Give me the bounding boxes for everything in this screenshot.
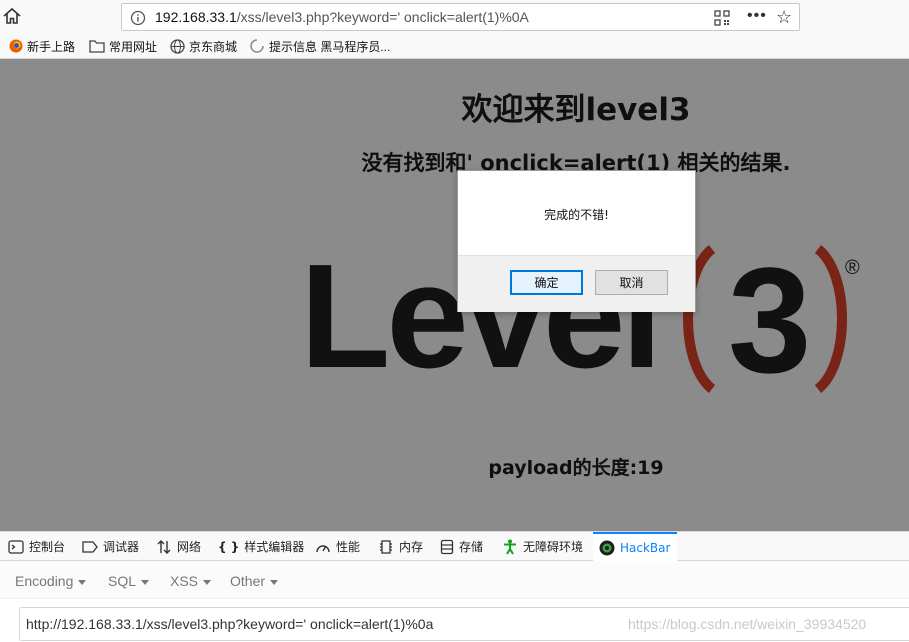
loading-icon bbox=[250, 39, 264, 53]
qr-code-icon[interactable] bbox=[714, 10, 730, 26]
menu-encoding[interactable]: Encoding bbox=[15, 573, 87, 589]
menu-other[interactable]: Other bbox=[230, 573, 279, 589]
bookmark-star-icon[interactable]: ☆ bbox=[776, 7, 792, 28]
caret-down-icon bbox=[141, 579, 150, 585]
page-actions-icon[interactable]: ••• bbox=[747, 7, 767, 25]
tab-label: 调试器 bbox=[103, 540, 140, 554]
menu-label: SQL bbox=[108, 573, 137, 589]
menu-label: XSS bbox=[170, 573, 199, 589]
bookmark-label: 新手上路 bbox=[27, 39, 76, 54]
devtools-tabbar: 控制台 调试器 网络 { } 样式编辑器 性能 内存 存储 无障碍环境 Hack… bbox=[0, 531, 909, 561]
menu-sql[interactable]: SQL bbox=[108, 573, 150, 589]
tab-performance[interactable]: 性能 bbox=[315, 532, 360, 561]
watermark-text: https://blog.csdn.net/weixin_39934520 bbox=[628, 616, 867, 632]
ok-button[interactable]: 确定 bbox=[510, 270, 583, 295]
bookmark-label: 常用网址 bbox=[109, 39, 158, 54]
accessibility-icon bbox=[504, 539, 516, 555]
debugger-icon bbox=[82, 540, 98, 553]
firefox-icon bbox=[9, 39, 23, 53]
tab-label: 控制台 bbox=[29, 540, 66, 554]
menu-xss[interactable]: XSS bbox=[170, 573, 212, 589]
caret-down-icon bbox=[270, 579, 279, 585]
style-editor-icon: { } bbox=[218, 539, 240, 554]
bookmark-label: 京东商城 bbox=[189, 39, 238, 54]
tab-memory[interactable]: 内存 bbox=[378, 532, 423, 561]
url-path: /xss/level3.php?keyword=' onclick=alert(… bbox=[236, 9, 529, 25]
browser-toolbar: 192.168.33.1/xss/level3.php?keyword=' on… bbox=[0, 0, 909, 33]
caret-down-icon bbox=[203, 579, 212, 585]
page-title: 欢迎来到level3 bbox=[461, 92, 691, 128]
tab-label: HackBar bbox=[620, 540, 671, 555]
tab-accessibility[interactable]: 无障碍环境 bbox=[502, 532, 583, 561]
bookmark-item[interactable]: 京东商城 bbox=[170, 37, 237, 55]
bookmark-item[interactable]: 常用网址 bbox=[89, 37, 157, 55]
caret-down-icon bbox=[78, 579, 87, 585]
info-icon[interactable] bbox=[130, 10, 146, 26]
address-bar[interactable]: 192.168.33.1/xss/level3.php?keyword=' on… bbox=[121, 3, 800, 31]
network-icon bbox=[157, 539, 171, 554]
dialog-footer: 确定 取消 bbox=[458, 255, 695, 312]
tab-console[interactable]: 控制台 bbox=[8, 532, 65, 561]
performance-icon bbox=[316, 544, 330, 552]
search-result-text: 没有找到和' onclick=alert(1) 相关的结果. bbox=[361, 151, 791, 175]
tab-style-editor[interactable]: { } 样式编辑器 bbox=[218, 532, 304, 561]
storage-icon bbox=[440, 539, 454, 554]
tab-label: 样式编辑器 bbox=[244, 540, 305, 554]
home-icon[interactable] bbox=[2, 6, 24, 28]
globe-icon bbox=[170, 38, 185, 54]
tab-hackbar[interactable]: HackBar bbox=[593, 532, 677, 561]
console-icon bbox=[8, 539, 24, 554]
bookmark-label: 提示信息 黑马程序员... bbox=[269, 39, 391, 54]
tab-label: 网络 bbox=[177, 540, 202, 554]
url-text[interactable]: 192.168.33.1/xss/level3.php?keyword=' on… bbox=[155, 9, 529, 25]
url-host: 192.168.33.1 bbox=[155, 9, 237, 25]
payload-length: payload的长度:19 bbox=[488, 457, 664, 479]
cancel-button[interactable]: 取消 bbox=[595, 270, 668, 295]
hackbar-icon bbox=[599, 540, 615, 555]
logo-right-paren bbox=[814, 245, 847, 393]
tab-network[interactable]: 网络 bbox=[156, 532, 201, 561]
memory-icon bbox=[380, 539, 392, 554]
page-content: 欢迎来到level3 没有找到和' onclick=alert(1) 相关的结果… bbox=[0, 59, 909, 531]
tab-label: 存储 bbox=[459, 540, 484, 554]
menu-label: Encoding bbox=[15, 573, 74, 589]
tab-label: 内存 bbox=[399, 540, 424, 554]
tab-label: 性能 bbox=[336, 540, 361, 554]
logo-registered: ® bbox=[845, 257, 860, 279]
bookmark-item[interactable]: 新手上路 bbox=[9, 37, 75, 55]
tab-storage[interactable]: 存储 bbox=[440, 532, 483, 561]
hackbar-menubar: Encoding SQL XSS Other bbox=[0, 561, 909, 599]
alert-message: 完成的不错! bbox=[544, 208, 609, 222]
bookmark-item[interactable]: 提示信息 黑马程序员... bbox=[249, 37, 390, 55]
alert-dialog: 完成的不错! 确定 取消 bbox=[457, 170, 696, 312]
menu-label: Other bbox=[230, 573, 266, 589]
logo-number: 3 bbox=[728, 244, 811, 394]
bookmarks-bar: 新手上路 常用网址 京东商城 提示信息 黑马程序员... bbox=[0, 33, 909, 59]
tab-label: 无障碍环境 bbox=[523, 540, 584, 554]
folder-icon bbox=[89, 40, 105, 53]
tab-debugger[interactable]: 调试器 bbox=[82, 532, 139, 561]
